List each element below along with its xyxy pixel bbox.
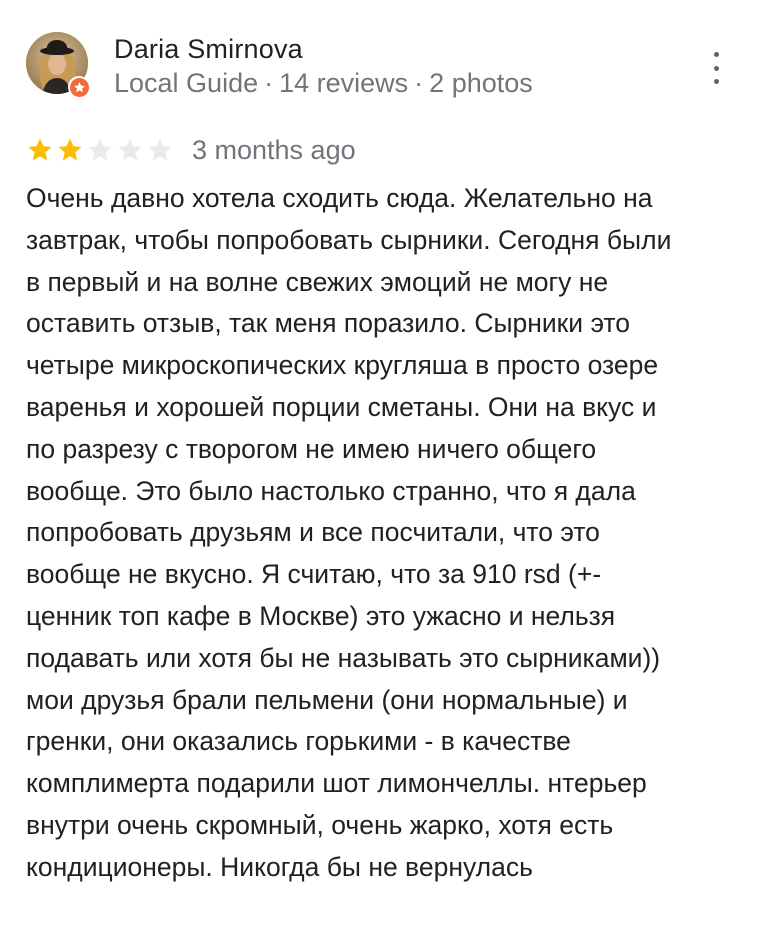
review-card: Daria Smirnova Local Guide · 14 reviews · 2 …	[0, 0, 758, 926]
more-vert-icon-dot	[713, 79, 719, 84]
local-guide-badge-icon	[69, 77, 89, 97]
local-guide-badge	[68, 76, 90, 98]
more-vert-icon	[713, 52, 719, 57]
rating-row: 3 months ago	[26, 130, 356, 170]
meta-separator: ·	[414, 68, 424, 98]
review-time: 3 months ago	[192, 134, 356, 165]
author-review-count: 14 reviews	[279, 68, 409, 98]
more-vert-icon-dot	[713, 65, 719, 71]
author-meta[interactable]: Local Guide · 14 reviews · 2 photos	[114, 68, 533, 99]
author-role: Local Guide	[114, 68, 259, 98]
more-options-button[interactable]	[710, 52, 722, 84]
author-avatar-container[interactable]	[26, 32, 90, 98]
star-filled-icon	[58, 138, 82, 161]
star-empty-icon	[118, 138, 142, 161]
star-empty-icon	[148, 138, 172, 161]
review-text: Очень давно хотела сходить сюда. Желател…	[26, 183, 672, 882]
review-header: Daria Smirnova Local Guide · 14 reviews · 2 …	[26, 30, 738, 100]
star-empty-icon	[88, 138, 112, 161]
star-rating	[26, 136, 174, 164]
author-name[interactable]: Daria Smirnova	[114, 34, 303, 65]
star-filled-icon	[28, 138, 52, 161]
author-photo-count: 2 photos	[429, 68, 533, 98]
meta-separator: ·	[264, 68, 274, 98]
